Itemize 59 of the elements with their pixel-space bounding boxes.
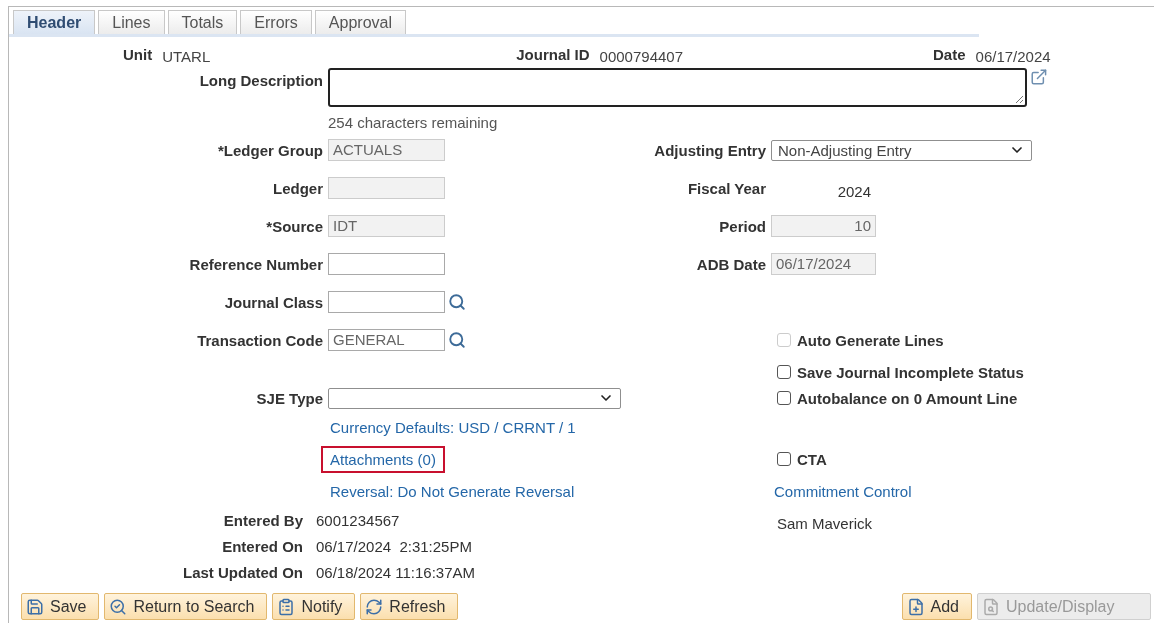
field-label: Journal ID	[516, 45, 590, 63]
search-icon[interactable]	[448, 293, 466, 311]
field-label: Period	[719, 217, 766, 235]
field-value: 06/18/2024 11:16:37AM	[316, 563, 477, 581]
add-icon	[906, 597, 925, 616]
field-label: Transaction Code	[197, 331, 323, 349]
notify-button[interactable]: Notify	[272, 593, 356, 620]
field-label: Journal Class	[224, 293, 323, 311]
long-description-field[interactable]	[328, 68, 1028, 107]
refresh-icon	[365, 597, 384, 616]
checkbox[interactable]	[777, 391, 791, 405]
field-value: UTARL	[162, 47, 211, 65]
field-label: Fiscal Year	[687, 179, 766, 197]
tab[interactable]: Lines	[98, 10, 165, 34]
popout-icon[interactable]	[1030, 68, 1048, 86]
dropdown-field[interactable]	[328, 387, 621, 409]
dropdown-field[interactable]: Non-Adjusting Entry	[771, 139, 1032, 161]
field-label: ADB Date	[696, 255, 766, 273]
field-value: 06/17/2024	[975, 47, 1051, 65]
link[interactable]: Reversal: Do Not Generate Reversal	[321, 477, 584, 505]
input-field[interactable]	[328, 253, 445, 275]
refresh-button[interactable]: Refresh	[360, 593, 459, 620]
link[interactable]: Currency Defaults: USD / CRRNT / 1	[321, 413, 585, 441]
field-label: Long Description	[199, 72, 323, 89]
checkbox[interactable]	[777, 365, 791, 379]
save-icon	[26, 597, 44, 616]
tab[interactable]: Errors	[240, 10, 312, 34]
link[interactable]: Attachments (0)	[321, 445, 445, 473]
field-label: SJE Type	[256, 389, 323, 407]
link[interactable]: Commitment Control	[765, 477, 921, 505]
field-label: Date	[933, 45, 966, 63]
field-label: Ledger	[273, 179, 323, 197]
checkbox[interactable]	[777, 452, 791, 466]
dropdown-value: Non-Adjusting Entry	[778, 141, 912, 159]
tab[interactable]: Header	[13, 10, 96, 34]
field-value: 06/17/2024 2:31:25PM	[316, 537, 473, 555]
field-value: 2024	[836, 182, 871, 200]
user-name: Sam Maverick	[776, 514, 874, 532]
field-label: *Ledger Group	[218, 141, 323, 159]
input-field[interactable]	[328, 291, 445, 313]
checkbox-label: Autobalance on 0 Amount Line	[797, 389, 1018, 407]
field-label: Reference Number	[189, 255, 323, 273]
return-button[interactable]: Return to Search	[104, 593, 268, 620]
checkbox-label: CTA	[797, 450, 827, 468]
search-icon[interactable]	[448, 331, 466, 349]
resize-handle-icon[interactable]	[1014, 94, 1025, 104]
save-button[interactable]: Save	[21, 593, 100, 620]
input-field[interactable]: GENERAL	[328, 329, 445, 351]
field-label: Adjusting Entry	[654, 141, 766, 159]
checkbox-label: Save Journal Incomplete Status	[797, 363, 1024, 381]
add-button[interactable]: Add	[901, 593, 972, 620]
tab[interactable]: Approval	[314, 10, 406, 34]
tab[interactable]: Totals	[167, 10, 238, 34]
field-label: *Source	[266, 217, 323, 235]
field-value: 6001234567	[316, 511, 401, 529]
characters-remaining: 254 characters remaining	[328, 115, 499, 131]
field-value: 0000794407	[599, 47, 684, 65]
checkbox-label: Auto Generate Lines	[797, 331, 944, 349]
field-label: Unit	[123, 45, 153, 63]
